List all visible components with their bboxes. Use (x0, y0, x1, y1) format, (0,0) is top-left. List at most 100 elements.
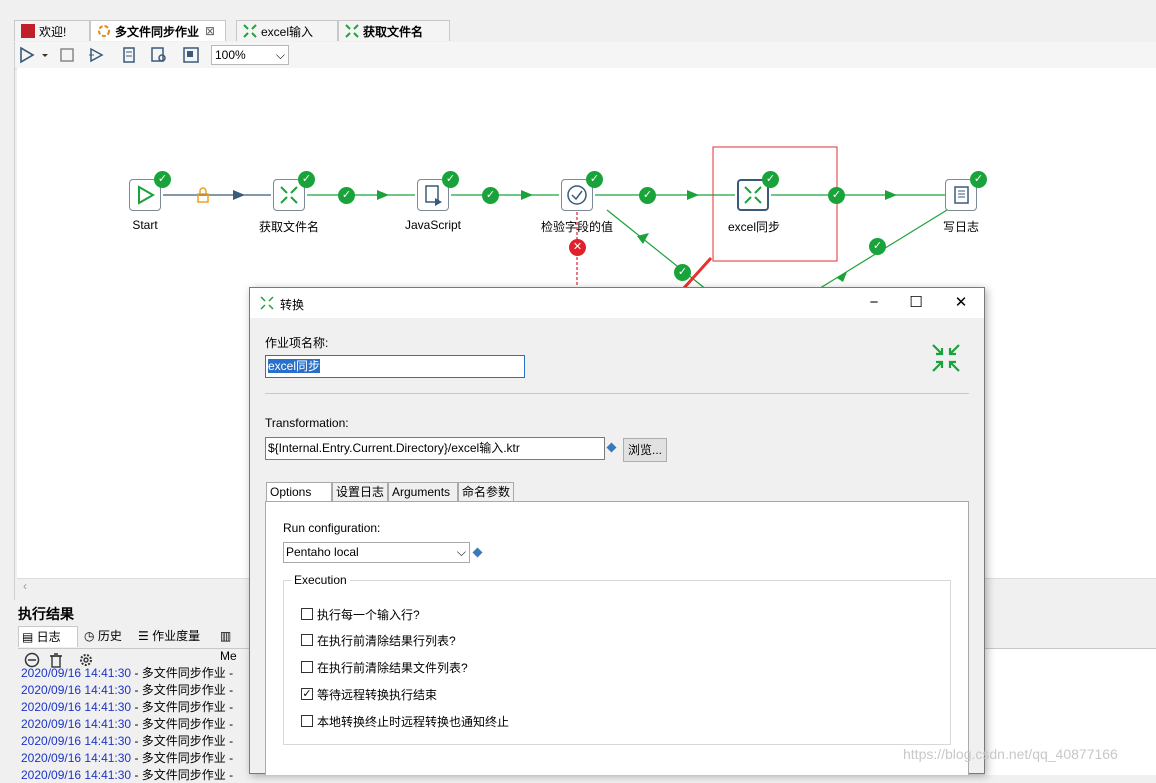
history-icon: ◷ (84, 629, 98, 643)
close-icon[interactable]: ✕ (951, 293, 971, 313)
run-config-select[interactable]: Pentaho local ⌵ (283, 542, 470, 563)
zoom-select[interactable]: 100% ⌵ (211, 45, 289, 65)
job-icon (97, 24, 111, 38)
node-success-icon: ✓ (970, 171, 987, 188)
tab-excel-input[interactable]: excel输入 (236, 20, 338, 41)
checkbox-wait-remote[interactable]: ✓ (301, 688, 313, 700)
transformation-icon (345, 24, 359, 38)
execution-results-panel: 执行结果 ▤ 日志 ◷ 历史 ☰ 作业度量 ▥ Me 2020/09/16 14… (14, 600, 250, 782)
log-line: 2020/09/16 14:41:30 - 多文件同步作业 - (21, 768, 234, 782)
node-success-icon: ✓ (154, 171, 171, 188)
transformation-large-icon (930, 342, 962, 377)
node-label: 获取文件名 (258, 220, 320, 234)
transformation-icon (243, 24, 257, 38)
browse-button[interactable]: 浏览... (623, 438, 667, 462)
execution-label: Execution (291, 573, 350, 587)
minimize-icon[interactable]: − (864, 293, 884, 313)
checkbox-clear-result-rows[interactable] (301, 634, 313, 646)
variable-icon[interactable] (472, 547, 483, 561)
chevron-down-icon[interactable] (40, 46, 50, 64)
checkbox-clear-result-files[interactable] (301, 661, 313, 673)
hop-failure-icon[interactable]: ✕ (569, 239, 586, 256)
node-success-icon: ✓ (298, 171, 315, 188)
hop-success-icon[interactable]: ✓ (338, 187, 355, 204)
replay-icon[interactable] (88, 46, 106, 64)
sql-icon[interactable] (120, 46, 138, 64)
tab-get-filenames[interactable]: 获取文件名 (338, 20, 450, 41)
tab-log-settings[interactable]: 设置日志 (332, 482, 388, 502)
maximize-icon[interactable]: ☐ (906, 293, 926, 313)
tab-multi-file-sync-job[interactable]: 多文件同步作业 ⊠ (90, 20, 226, 41)
tab-welcome[interactable]: 欢迎! (14, 20, 90, 41)
checkbox-label: 等待远程转换执行结束 (317, 688, 438, 702)
hop-success-icon[interactable]: ✓ (639, 187, 656, 204)
results-title: 执行结果 (18, 606, 74, 622)
node-label: Start (132, 218, 158, 232)
tab-arguments[interactable]: Arguments (388, 482, 458, 502)
node-success-icon: ✓ (442, 171, 459, 188)
log-line: 2020/09/16 14:41:30 - 多文件同步作业 - (21, 751, 234, 765)
close-icon[interactable]: ⊠ (205, 24, 215, 38)
chart-icon: ▥ (220, 629, 232, 643)
variable-icon[interactable] (606, 442, 617, 456)
hop-success-icon[interactable]: ✓ (674, 264, 691, 281)
hop-arrow (377, 190, 389, 200)
transformation-icon (744, 186, 762, 204)
job-name-label: 作业项名称: (265, 336, 329, 350)
transformation-path-input[interactable]: ${Internal.Entry.Current.Directory}/exce… (265, 437, 605, 460)
job-name-input[interactable]: excel同步 (265, 355, 525, 378)
tab-named-params[interactable]: 命名参数 (458, 482, 514, 502)
execution-group: Execution 执行每一个输入行? 在执行前清除结果行列表? 在执行前清除结… (283, 573, 951, 745)
options-panel: Run configuration: Pentaho local ⌵ Execu… (265, 501, 969, 775)
hop-success-icon[interactable]: ✓ (482, 187, 499, 204)
run-config-label: Run configuration: (283, 521, 381, 535)
log-line: 2020/09/16 14:41:30 - 多文件同步作业 - (21, 734, 234, 748)
run-icon[interactable] (18, 46, 36, 64)
dialog-titlebar: 转换 − ☐ ✕ (250, 288, 984, 318)
checkbox-label: 在执行前清除结果行列表? (317, 634, 456, 648)
tab-log[interactable]: ▤ 日志 (18, 626, 78, 647)
watermark: https://blog.csdn.net/qq_40877166 (903, 746, 1118, 762)
hop-success-icon[interactable]: ✓ (869, 238, 886, 255)
chevron-down-icon: ⌵ (275, 48, 285, 62)
scroll-left-icon[interactable]: ‹ (23, 579, 27, 593)
tab-label: excel输入 (261, 24, 314, 39)
hop-arrow (521, 190, 533, 200)
left-panel-edge (0, 42, 15, 602)
transformation-icon (260, 296, 274, 313)
checkbox-label: 执行每一个输入行? (317, 608, 420, 622)
editor-tab-bar: 欢迎! 多文件同步作业 ⊠ excel输入 获取文件名 (0, 0, 1156, 42)
node-success-icon: ✓ (586, 171, 603, 188)
log-line: 2020/09/16 14:41:30 - 多文件同步作业 - (21, 683, 234, 697)
checkbox-label: 本地转换终止时远程转换也通知终止 (317, 715, 510, 729)
separator (265, 393, 969, 394)
lock-icon (196, 187, 210, 206)
tab-job-metrics[interactable]: ☰ 作业度量 (138, 626, 200, 646)
pentaho-logo-icon (21, 24, 35, 38)
stop-icon[interactable] (58, 46, 76, 64)
tab-label: 多文件同步作业 (115, 24, 200, 39)
hop-success-icon[interactable]: ✓ (828, 187, 845, 204)
tab-label: 获取文件名 (363, 24, 424, 39)
node-label: 写日志 (942, 220, 980, 234)
metrics-icon: ☰ (138, 629, 153, 643)
transformation-label: Transformation: (265, 416, 349, 430)
chevron-down-icon: ⌵ (456, 545, 466, 559)
checkbox-follow-abort[interactable] (301, 715, 313, 727)
results-tab-bar: ▤ 日志 ◷ 历史 ☰ 作业度量 ▥ Me (18, 626, 250, 663)
node-label: JavaScript (404, 218, 462, 232)
tab-options[interactable]: Options (266, 482, 332, 502)
log-line: 2020/09/16 14:41:30 - 多文件同步作业 - (21, 717, 234, 731)
node-label: 检验字段的值 (540, 220, 614, 234)
hop-arrow (687, 190, 699, 200)
explore-db-icon[interactable] (150, 46, 168, 64)
tab-history[interactable]: ◷ 历史 (84, 626, 122, 646)
tab-metrics[interactable]: ▥ Me (220, 626, 250, 666)
checkbox-execute-each-row[interactable] (301, 608, 313, 620)
canvas-toolbar: 100% ⌵ (14, 42, 1156, 69)
node-label: excel同步 (727, 220, 781, 234)
layout-icon[interactable] (182, 46, 200, 64)
checkbox-label: 在执行前清除结果文件列表? (317, 661, 468, 675)
hop-arrow (233, 190, 245, 200)
tab-label: 欢迎! (39, 24, 67, 39)
